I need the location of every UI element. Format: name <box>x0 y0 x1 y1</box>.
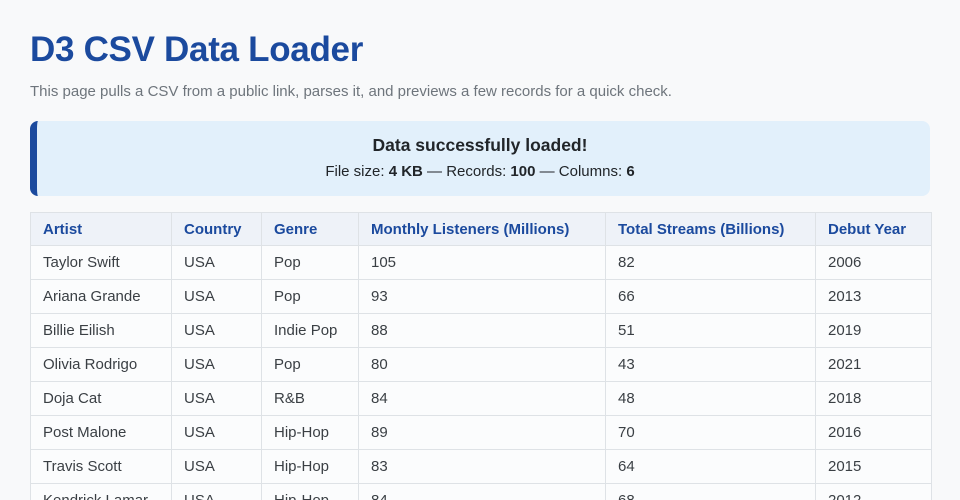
table-cell: USA <box>172 314 262 348</box>
table-cell: USA <box>172 280 262 314</box>
table-cell: 88 <box>359 314 606 348</box>
table-body: Taylor Swift USA Pop 105 82 2006 Ariana … <box>31 246 932 500</box>
file-size-label: File size: <box>325 163 388 180</box>
table-row: Post Malone USA Hip-Hop 89 70 2016 <box>31 416 932 450</box>
table-cell: USA <box>172 450 262 484</box>
alert-heading: Data successfully loaded! <box>50 135 910 156</box>
table-cell: 93 <box>359 280 606 314</box>
table-row: Kendrick Lamar USA Hip-Hop 84 68 2012 <box>31 484 932 500</box>
table-cell: Hip-Hop <box>262 484 359 500</box>
success-alert: Data successfully loaded! File size: 4 K… <box>30 121 930 196</box>
records-label: — Records: <box>423 163 511 180</box>
table-cell: Hip-Hop <box>262 450 359 484</box>
table-cell: 68 <box>606 484 816 500</box>
columns-label: — Columns: <box>535 163 626 180</box>
table-row: Billie Eilish USA Indie Pop 88 51 2019 <box>31 314 932 348</box>
table-cell: 84 <box>359 382 606 416</box>
table-cell: 2012 <box>816 484 932 500</box>
table-row: Doja Cat USA R&B 84 48 2018 <box>31 382 932 416</box>
table-cell: Taylor Swift <box>31 246 172 280</box>
table-cell: Pop <box>262 348 359 382</box>
columns-value: 6 <box>626 163 634 180</box>
table-cell: Travis Scott <box>31 450 172 484</box>
table-cell: Ariana Grande <box>31 280 172 314</box>
alert-meta: File size: 4 KB — Records: 100 — Columns… <box>50 163 910 180</box>
table-header: Artist Country Genre Monthly Listeners (… <box>31 213 932 246</box>
page-container: D3 CSV Data Loader This page pulls a CSV… <box>0 0 960 500</box>
page-title: D3 CSV Data Loader <box>30 30 930 70</box>
table-row: Ariana Grande USA Pop 93 66 2013 <box>31 280 932 314</box>
table-cell: 89 <box>359 416 606 450</box>
table-cell: Pop <box>262 246 359 280</box>
table-cell: 2018 <box>816 382 932 416</box>
table-cell: USA <box>172 246 262 280</box>
page-subtitle: This page pulls a CSV from a public link… <box>30 83 930 100</box>
table-cell: 2021 <box>816 348 932 382</box>
table-cell: Pop <box>262 280 359 314</box>
table-row: Olivia Rodrigo USA Pop 80 43 2021 <box>31 348 932 382</box>
table-cell: 80 <box>359 348 606 382</box>
table-cell: 105 <box>359 246 606 280</box>
table-cell: Billie Eilish <box>31 314 172 348</box>
table-cell: USA <box>172 416 262 450</box>
column-header-artist: Artist <box>31 213 172 246</box>
table-header-row: Artist Country Genre Monthly Listeners (… <box>31 213 932 246</box>
table-cell: Hip-Hop <box>262 416 359 450</box>
table-cell: 51 <box>606 314 816 348</box>
column-header-debut-year: Debut Year <box>816 213 932 246</box>
file-size-value: 4 KB <box>389 163 423 180</box>
table-cell: 70 <box>606 416 816 450</box>
table-cell: 2013 <box>816 280 932 314</box>
table-cell: 48 <box>606 382 816 416</box>
table-cell: 2016 <box>816 416 932 450</box>
table-cell: USA <box>172 484 262 500</box>
records-value: 100 <box>510 163 535 180</box>
column-header-monthly-listeners: Monthly Listeners (Millions) <box>359 213 606 246</box>
table-cell: USA <box>172 382 262 416</box>
table-cell: USA <box>172 348 262 382</box>
table-cell: 66 <box>606 280 816 314</box>
table-row: Taylor Swift USA Pop 105 82 2006 <box>31 246 932 280</box>
table-cell: Kendrick Lamar <box>31 484 172 500</box>
table-cell: Post Malone <box>31 416 172 450</box>
table-cell: 82 <box>606 246 816 280</box>
table-cell: 2019 <box>816 314 932 348</box>
table-cell: 2015 <box>816 450 932 484</box>
table-cell: 64 <box>606 450 816 484</box>
table-row: Travis Scott USA Hip-Hop 83 64 2015 <box>31 450 932 484</box>
table-cell: 83 <box>359 450 606 484</box>
table-cell: 84 <box>359 484 606 500</box>
table-cell: R&B <box>262 382 359 416</box>
column-header-country: Country <box>172 213 262 246</box>
column-header-genre: Genre <box>262 213 359 246</box>
table-cell: 43 <box>606 348 816 382</box>
csv-preview-table: Artist Country Genre Monthly Listeners (… <box>30 212 932 500</box>
table-cell: Indie Pop <box>262 314 359 348</box>
table-cell: Olivia Rodrigo <box>31 348 172 382</box>
column-header-total-streams: Total Streams (Billions) <box>606 213 816 246</box>
table-cell: 2006 <box>816 246 932 280</box>
table-cell: Doja Cat <box>31 382 172 416</box>
